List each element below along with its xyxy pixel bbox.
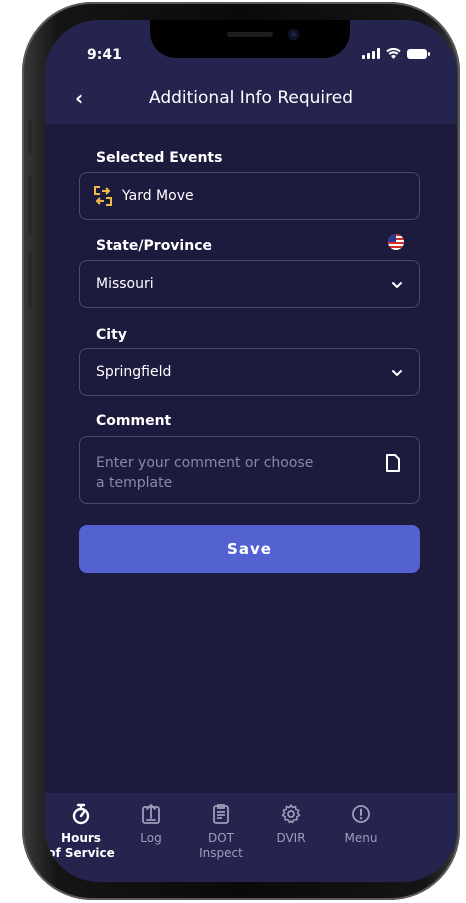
- status-icons: [362, 48, 430, 59]
- page-title: Additional Info Required: [149, 88, 353, 108]
- info-icon: [352, 805, 370, 823]
- state-value: Missouri: [96, 276, 154, 292]
- city-value: Springfield: [96, 364, 172, 380]
- log-upload-icon: [142, 803, 160, 824]
- nav-log[interactable]: Log: [113, 803, 189, 846]
- state-label: State/Province: [96, 238, 212, 254]
- us-flag-icon: [388, 234, 404, 250]
- phone-mute-switch: [28, 120, 32, 154]
- comment-placeholder: Enter your comment or choose a template: [96, 455, 314, 491]
- front-camera: [288, 29, 299, 40]
- stopwatch-icon: [72, 803, 90, 825]
- status-time: 9:41: [87, 47, 122, 63]
- chevron-down-icon: [392, 370, 402, 377]
- battery-icon: [407, 48, 430, 59]
- city-select[interactable]: Springfield: [79, 348, 420, 396]
- cellular-signal-icon: [362, 48, 380, 59]
- nav-dvir[interactable]: DVIR: [253, 803, 329, 846]
- clipboard-icon: [213, 804, 229, 824]
- template-document-icon[interactable]: [385, 453, 401, 473]
- bottom-nav: Hours of Service Log DOT Inspect DVIR Me…: [45, 793, 457, 882]
- selected-event-field[interactable]: Yard Move: [79, 172, 420, 220]
- wifi-icon: [386, 48, 401, 59]
- nav-menu[interactable]: Menu: [323, 803, 399, 846]
- speaker-grille: [227, 32, 273, 37]
- gear-icon: [281, 804, 301, 824]
- nav-hours-of-service[interactable]: Hours of Service: [45, 803, 119, 861]
- selected-event-value: Yard Move: [122, 188, 194, 204]
- phone-volume-up: [28, 175, 32, 235]
- selected-events-label: Selected Events: [96, 150, 223, 166]
- comment-label: Comment: [96, 413, 172, 429]
- phone-volume-down: [28, 250, 32, 310]
- state-select[interactable]: Missouri: [79, 260, 420, 308]
- city-label: City: [96, 327, 127, 343]
- nav-dot-inspect[interactable]: DOT Inspect: [183, 803, 259, 861]
- phone-notch: [150, 20, 350, 58]
- yard-move-icon: [94, 186, 112, 206]
- comment-input[interactable]: Enter your comment or choose a template: [79, 436, 420, 504]
- save-button[interactable]: Save: [79, 525, 420, 573]
- chevron-down-icon: [392, 282, 402, 289]
- app-screen: 9:41 ‹ Additional Info Required Selected…: [45, 20, 457, 882]
